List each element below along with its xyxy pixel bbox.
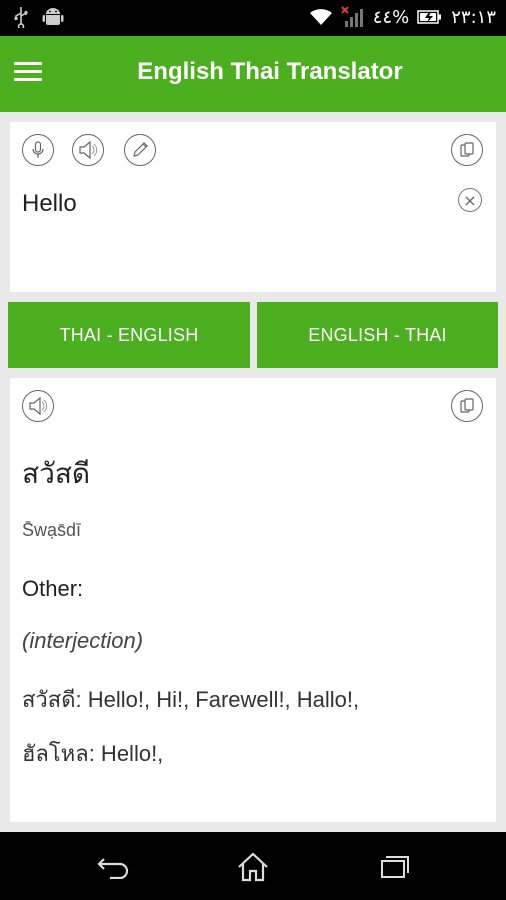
output-card: สวัสดี S̄wạs̄dī Other: (interjection) สว… (10, 378, 496, 822)
android-icon (42, 6, 64, 28)
app-title: English Thai Translator (137, 58, 403, 85)
usb-icon (14, 6, 28, 28)
signal-icon (341, 6, 365, 28)
input-card: Hello × (10, 122, 496, 292)
thai-english-button[interactable]: THAI - ENGLISH (8, 302, 250, 368)
speaker-icon[interactable] (22, 390, 54, 422)
copy-icon[interactable] (451, 134, 483, 166)
battery-icon (417, 8, 443, 26)
battery-percent: ٤٤% (372, 6, 410, 28)
clock: ٢٣:١٣ (451, 6, 496, 28)
app-bar: English Thai Translator (0, 36, 506, 112)
microphone-icon[interactable] (22, 134, 54, 166)
dictionary-entry: สวัสดี: Hello!, Hi!, Farewell!, Hallo!, (22, 687, 360, 712)
wifi-icon (309, 7, 333, 27)
transliteration: S̄wạs̄dī (22, 520, 82, 540)
input-text[interactable]: Hello (22, 190, 77, 218)
pencil-icon[interactable] (124, 134, 156, 166)
recent-apps-icon[interactable] (374, 852, 414, 882)
speaker-icon[interactable] (72, 134, 104, 166)
main-translation: สวัสดี (22, 458, 91, 489)
clear-icon[interactable]: × (458, 188, 482, 212)
navigation-bar (0, 832, 506, 900)
other-label: Other: (22, 576, 84, 601)
part-of-speech: (interjection) (22, 628, 144, 653)
back-icon[interactable] (94, 852, 134, 882)
status-bar: ٤٤% ٢٣:١٣ (0, 0, 506, 36)
home-icon[interactable] (233, 852, 273, 882)
english-thai-button[interactable]: ENGLISH - THAI (257, 302, 498, 368)
copy-icon[interactable] (451, 390, 483, 422)
dictionary-entry: ฮัลโหล: Hello!, (22, 741, 164, 766)
